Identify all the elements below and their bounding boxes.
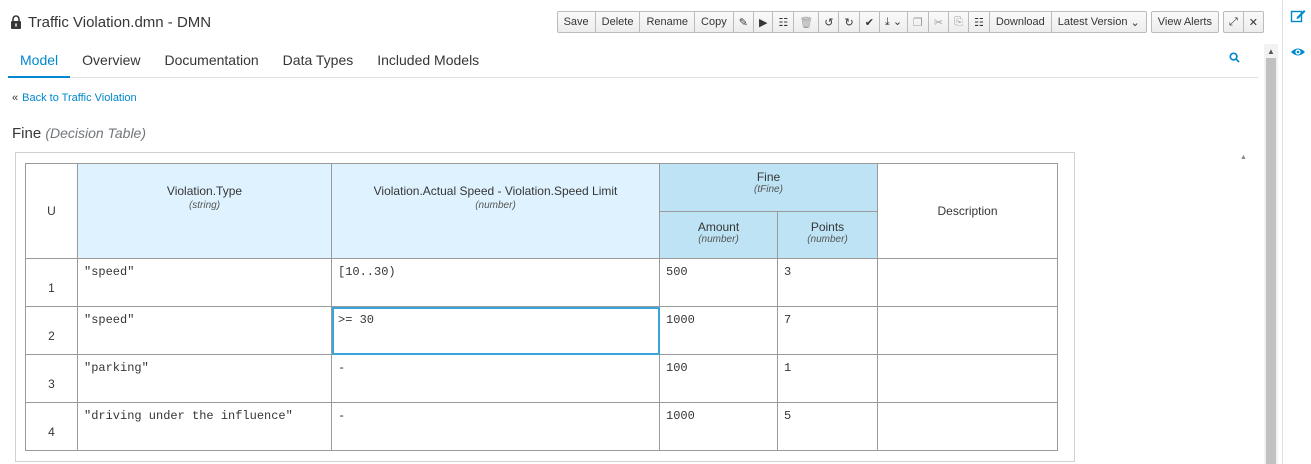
search-icon[interactable]: [1229, 52, 1240, 66]
tab-overview[interactable]: Overview: [70, 44, 152, 78]
rule-cell-description[interactable]: [877, 306, 1058, 355]
input-header-name: Violation.Actual Speed - Violation.Speed…: [373, 184, 618, 198]
paste-icon[interactable]: ⎘: [949, 12, 969, 32]
validate-check-icon[interactable]: ✔: [860, 12, 880, 32]
output-header-name: Fine: [756, 170, 781, 184]
rule-cell-speed-selected[interactable]: >= 30: [331, 306, 660, 355]
tab-data-types[interactable]: Data Types: [271, 44, 366, 78]
rule-cell-amount[interactable]: 100: [659, 354, 778, 403]
hit-policy-cell[interactable]: U: [25, 163, 78, 259]
row-number: 2: [25, 306, 78, 355]
rule-cell-violation-type[interactable]: "driving under the influence": [77, 402, 332, 451]
input-header-type: (string): [188, 200, 221, 211]
window-controls-group: ⤢ ✕: [1222, 11, 1264, 33]
edit-icon[interactable]: [1290, 8, 1306, 24]
rule-cell-violation-type[interactable]: "speed": [77, 306, 332, 355]
decision-name: Fine: [12, 125, 42, 142]
rule-cell-violation-type[interactable]: "parking": [77, 354, 332, 403]
view-alerts-button[interactable]: View Alerts: [1152, 12, 1218, 32]
output-header-type: (tFine): [754, 184, 783, 195]
rule-cell-amount[interactable]: 500: [659, 258, 778, 307]
rule-cell-points[interactable]: 3: [777, 258, 878, 307]
scroll-up-icon[interactable]: ▲: [1267, 47, 1275, 56]
output-header-fine[interactable]: Fine (tFine): [659, 163, 878, 212]
input-header-violation-type[interactable]: Violation.Type (string): [77, 163, 332, 259]
rule-cell-points[interactable]: 1: [777, 354, 878, 403]
tab-included-models[interactable]: Included Models: [365, 44, 491, 78]
table-row: 2 "speed" >= 30 1000 7: [25, 306, 1058, 355]
input-header-type: (number): [475, 200, 516, 211]
close-icon[interactable]: ✕: [1244, 12, 1263, 32]
copy-button[interactable]: Copy: [695, 12, 734, 32]
rule-cell-violation-type[interactable]: "speed": [77, 258, 332, 307]
right-sidebar: [1282, 0, 1311, 464]
decision-kind: (Decision Table): [45, 125, 146, 141]
vertical-scrollbar[interactable]: ▲: [1264, 44, 1278, 464]
chevron-down-icon: ⌄: [1130, 16, 1140, 29]
tab-model[interactable]: Model: [8, 44, 71, 78]
rule-cell-points[interactable]: 7: [777, 306, 878, 355]
window-title-text: Traffic Violation.dmn - DMN: [28, 13, 212, 31]
back-link-label: Back to Traffic Violation: [22, 92, 137, 104]
export-download-icon[interactable]: ⤓ ⌄: [880, 12, 909, 32]
rule-cell-speed[interactable]: -: [331, 402, 660, 451]
lock-icon: [11, 15, 21, 29]
double-chevron-left-icon: «: [12, 92, 19, 104]
eye-icon[interactable]: [1290, 44, 1306, 60]
rule-cell-speed[interactable]: -: [331, 354, 660, 403]
rule-cell-amount[interactable]: 1000: [659, 402, 778, 451]
save-button[interactable]: Save: [558, 12, 596, 32]
rule-cell-description[interactable]: [877, 258, 1058, 307]
redo-icon[interactable]: ↻: [839, 12, 860, 32]
row-number: 4: [25, 402, 78, 451]
toolbar: Save Delete Rename Copy ✎ ▶ ☷ 🗑 ↺ ↻ ✔ ⤓ …: [556, 11, 1264, 33]
title-bar: Traffic Violation.dmn - DMN Save Delete …: [8, 8, 1264, 36]
output-header-amount[interactable]: Amount (number): [659, 211, 778, 259]
table-row: 4 "driving under the influence" - 1000 5: [25, 402, 1058, 451]
output-col-type: (number): [698, 234, 739, 245]
eraser-icon[interactable]: ✎: [734, 12, 754, 32]
decision-table-panel: U Violation.Type (string) Violation.Actu…: [15, 152, 1075, 462]
table-row: 1 "speed" [10..30) 500 3: [25, 258, 1058, 307]
delete-button[interactable]: Delete: [596, 12, 641, 32]
table-row: 3 "parking" - 100 1: [25, 354, 1058, 403]
tab-documentation[interactable]: Documentation: [153, 44, 271, 78]
grid-icon[interactable]: ☷: [773, 12, 795, 32]
rule-cell-points[interactable]: 5: [777, 402, 878, 451]
decision-heading: Fine (Decision Table): [12, 125, 146, 142]
output-col-type: (number): [807, 234, 848, 245]
row-number: 3: [25, 354, 78, 403]
latest-version-label: Latest Version: [1057, 16, 1128, 28]
annotation-header-description[interactable]: Description: [877, 163, 1058, 259]
rule-cell-speed[interactable]: [10..30): [331, 258, 660, 307]
undo-icon[interactable]: ↺: [819, 12, 840, 32]
output-header-points[interactable]: Points (number): [777, 211, 878, 259]
decision-table: U Violation.Type (string) Violation.Actu…: [25, 163, 1058, 451]
back-link[interactable]: «Back to Traffic Violation: [12, 92, 137, 104]
scrollbar-thumb[interactable]: [1266, 58, 1276, 464]
download-button[interactable]: Download: [990, 12, 1052, 32]
trash-icon[interactable]: 🗑: [794, 12, 820, 32]
rename-button[interactable]: Rename: [640, 12, 696, 32]
latest-version-dropdown[interactable]: Latest Version ⌄: [1052, 12, 1146, 32]
expand-icon[interactable]: ⤢: [1224, 12, 1244, 32]
main-toolbar-group: Save Delete Rename Copy ✎ ▶ ☷ 🗑 ↺ ↻ ✔ ⤓ …: [556, 11, 1147, 33]
cut-icon[interactable]: ✂: [929, 12, 950, 32]
rule-cell-amount[interactable]: 1000: [659, 306, 778, 355]
output-col-name: Points: [810, 220, 845, 234]
play-icon[interactable]: ▶: [754, 12, 774, 32]
editor-tabs: Model Overview Documentation Data Types …: [8, 44, 1258, 78]
rule-cell-description[interactable]: [877, 354, 1058, 403]
alerts-group: View Alerts: [1150, 11, 1219, 33]
window-title: Traffic Violation.dmn - DMN: [8, 14, 211, 31]
rule-cell-description[interactable]: [877, 402, 1058, 451]
duplicate-icon[interactable]: ❐: [908, 12, 929, 32]
input-header-name: Violation.Type: [166, 184, 243, 198]
inner-scroll-up-icon[interactable]: ▲: [1240, 154, 1247, 161]
output-col-name: Amount: [697, 220, 740, 234]
input-header-speed-delta[interactable]: Violation.Actual Speed - Violation.Speed…: [331, 163, 660, 259]
row-number: 1: [25, 258, 78, 307]
hierarchy-icon[interactable]: ☷: [969, 12, 990, 32]
